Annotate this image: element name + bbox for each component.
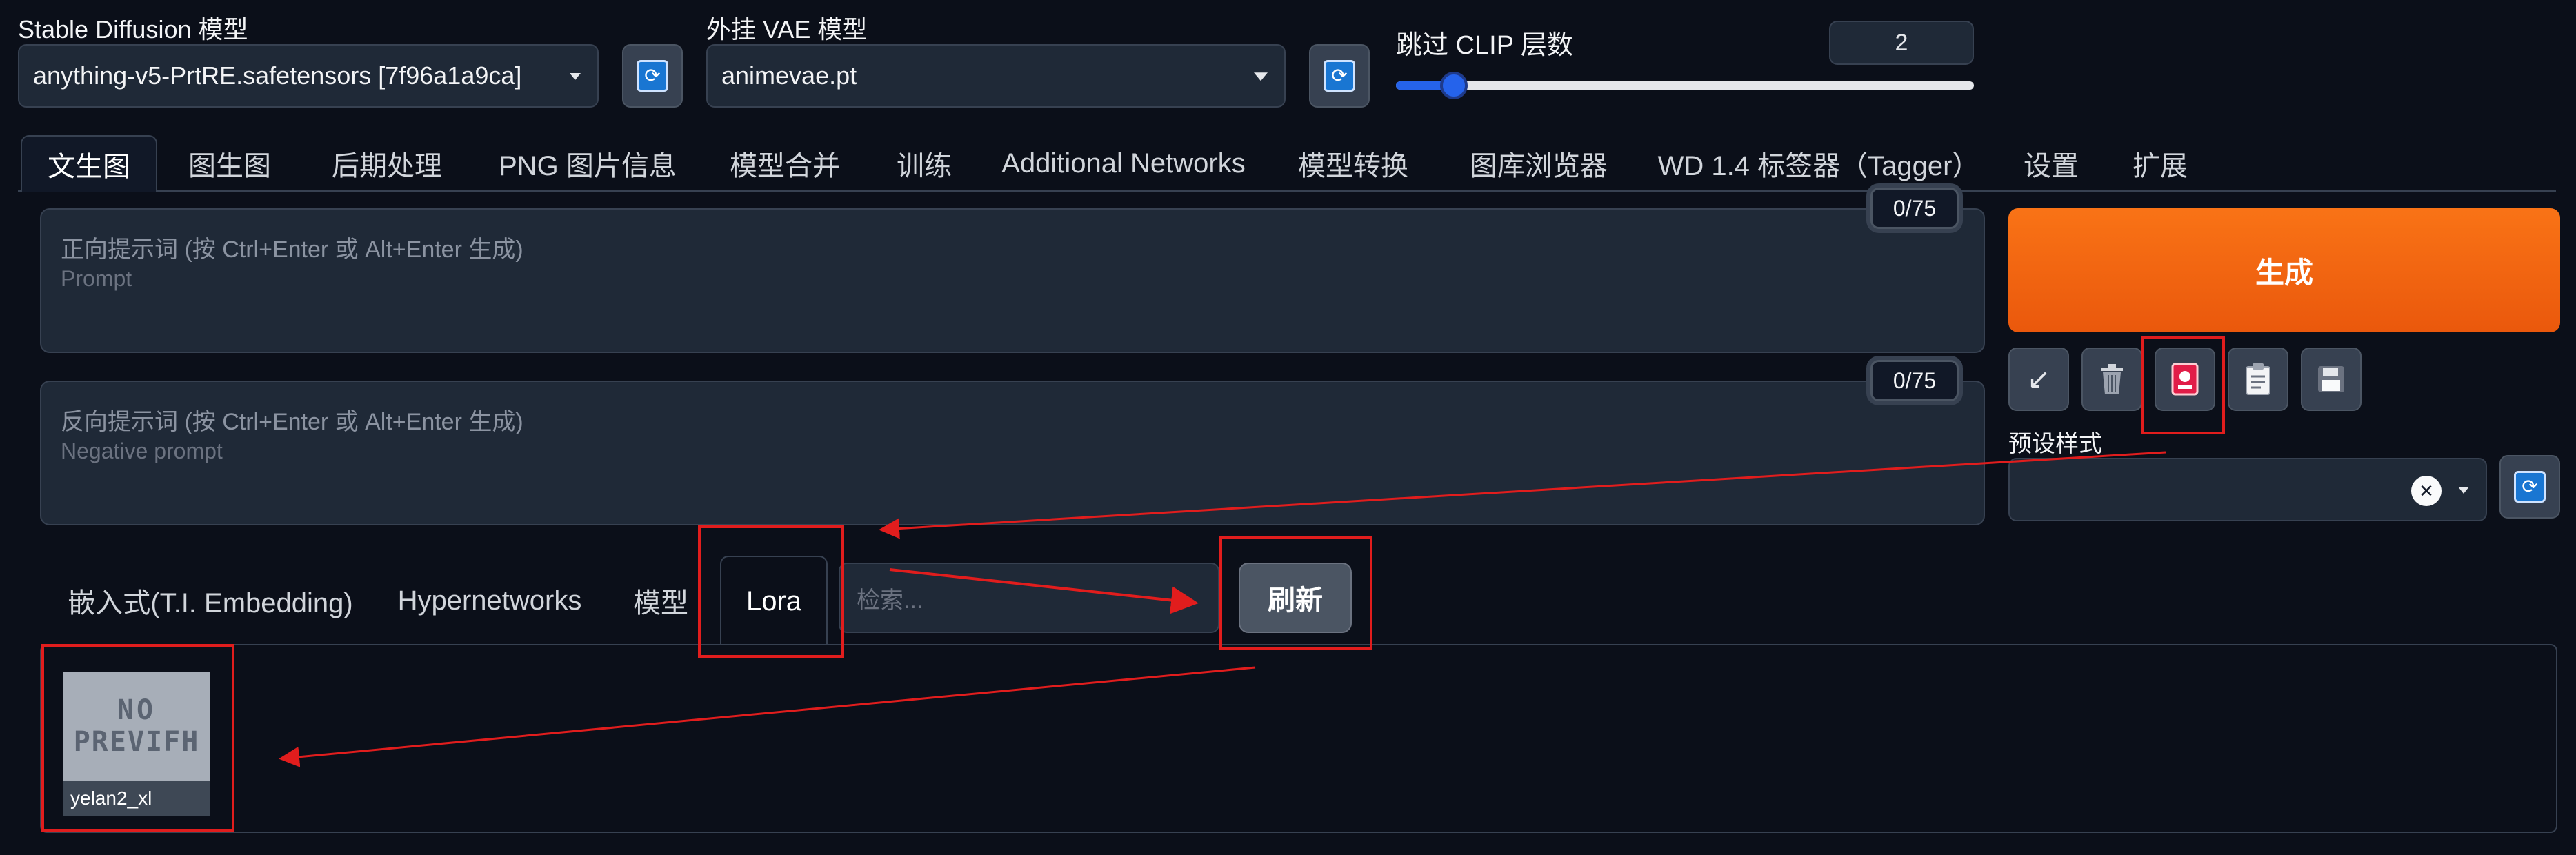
arrow-to-refresh (889, 568, 1199, 614)
annotation-arrows (279, 451, 2166, 767)
arrow-to-lora-tab (879, 451, 2166, 539)
arrow-to-lora-card (279, 666, 1256, 767)
